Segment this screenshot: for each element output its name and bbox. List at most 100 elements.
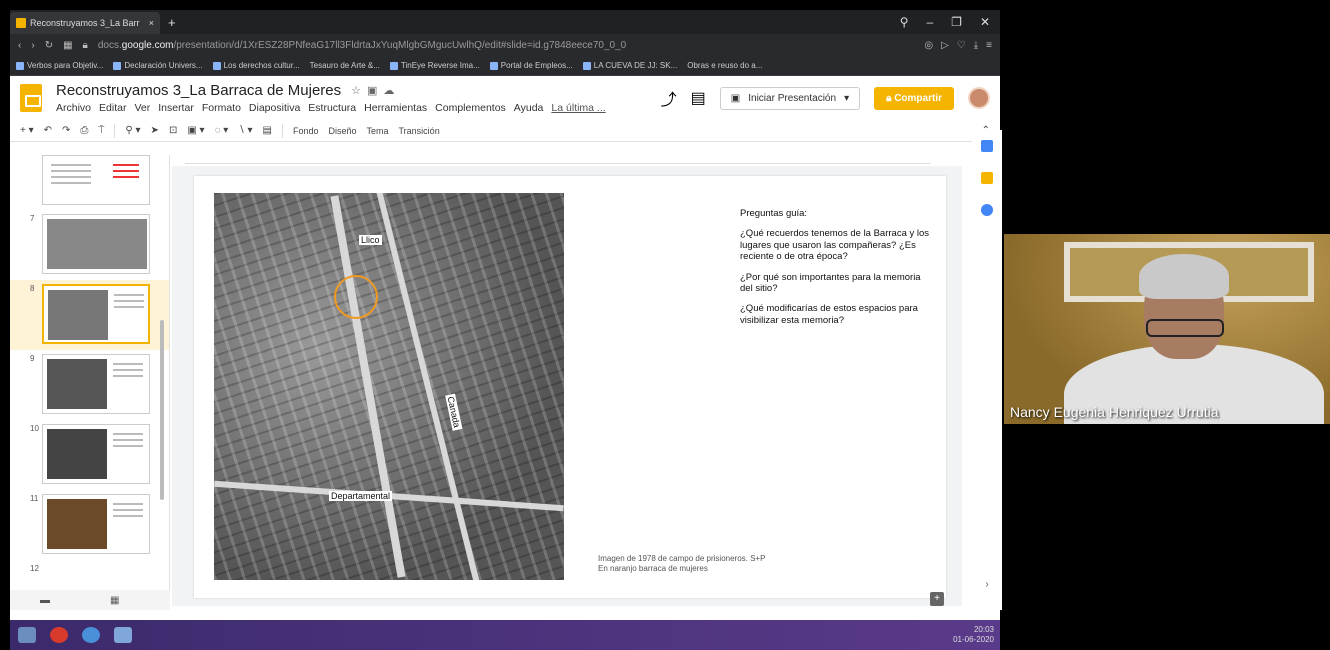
shape-icon[interactable]: ◌ ▾: [215, 125, 229, 136]
thumb-row[interactable]: 9: [10, 350, 169, 420]
filmstrip-view-controls: ▬ ▦: [10, 590, 170, 610]
back-icon[interactable]: ‹: [18, 40, 21, 51]
chevron-down-icon[interactable]: ▾: [844, 93, 849, 104]
menu-item-ver[interactable]: Ver: [134, 102, 150, 114]
bookmark[interactable]: Declaración Univers...: [113, 61, 203, 70]
zoom-icon[interactable]: ⚲ ▾: [125, 125, 140, 136]
slide-thumbnail[interactable]: [42, 424, 150, 484]
thumb-row[interactable]: 7: [10, 210, 169, 280]
label-canada: Canada: [445, 393, 463, 431]
bookmark[interactable]: TinEye Reverse Ima...: [389, 61, 480, 70]
search-tabs-icon[interactable]: ⚲: [900, 15, 909, 29]
apps-icon[interactable]: ▦: [63, 40, 72, 51]
url-field[interactable]: docs.google.com/presentation/d/1XrESZ28P…: [98, 40, 914, 51]
activity-icon[interactable]: ⤴: [661, 86, 677, 110]
share-button[interactable]: 🔒︎ Compartir: [874, 86, 954, 110]
comment-add-icon[interactable]: ▤: [263, 125, 272, 136]
menu-item-ayuda[interactable]: Ayuda: [514, 102, 544, 114]
menu-item-diapositiva[interactable]: Diapositiva: [249, 102, 300, 114]
heart-icon[interactable]: ♡: [957, 40, 966, 51]
print-icon[interactable]: ⎙: [80, 125, 88, 136]
forward-icon[interactable]: ›: [31, 40, 34, 51]
grid-view-icon[interactable]: ▦: [110, 595, 119, 606]
menu-item-archivo[interactable]: Archivo: [56, 102, 91, 114]
page-icon: [489, 61, 498, 70]
transition-button[interactable]: Transición: [399, 126, 440, 136]
last-edit-link[interactable]: La última ...: [551, 102, 605, 114]
lock-icon: 🔒︎: [82, 39, 88, 51]
new-tab-button[interactable]: +: [160, 15, 184, 30]
thumb-row[interactable]: 11: [10, 490, 169, 560]
calendar-icon[interactable]: [981, 140, 993, 152]
keep-icon[interactable]: [981, 172, 993, 184]
menu-item-insertar[interactable]: Insertar: [158, 102, 194, 114]
star-icon[interactable]: ☆: [351, 84, 361, 97]
layout-button[interactable]: Diseño: [328, 126, 356, 136]
tasks-icon[interactable]: [981, 204, 993, 216]
menu-item-formato[interactable]: Formato: [202, 102, 241, 114]
bookmark[interactable]: Portal de Empleos...: [489, 61, 573, 70]
bookmark[interactable]: Tesauro de Arte &...: [310, 61, 380, 70]
minimize-icon[interactable]: –: [926, 15, 933, 29]
thumb-row[interactable]: [10, 155, 169, 210]
menu-item-editar[interactable]: Editar: [99, 102, 126, 114]
slide-thumbnail-selected[interactable]: [42, 284, 150, 344]
expand-panel-icon[interactable]: ›: [985, 579, 988, 590]
menu-icon[interactable]: ≡: [986, 40, 992, 51]
thumb-row[interactable]: 12: [10, 560, 169, 580]
thumb-image: [47, 429, 107, 479]
textbox-icon[interactable]: ⊡: [169, 125, 177, 136]
slide[interactable]: Llico Canada Departamental Preguntas guí…: [194, 176, 946, 598]
slide-thumbnail[interactable]: [42, 494, 150, 554]
url-prefix: docs.: [97, 39, 122, 51]
bookmark[interactable]: Obras e reuso do a...: [687, 61, 762, 70]
list-view-icon[interactable]: ▬: [40, 595, 50, 606]
opera-icon[interactable]: [50, 627, 68, 643]
browser-tab[interactable]: Reconstruyamos 3_La Barr ×: [10, 12, 160, 34]
avatar[interactable]: [968, 87, 990, 109]
photo-caption[interactable]: Imagen de 1978 de campo de prisioneros. …: [598, 554, 765, 575]
guide-questions[interactable]: Preguntas guía: ¿Qué recuerdos tenemos d…: [740, 208, 930, 335]
image-icon[interactable]: ▣ ▾: [187, 125, 204, 136]
play-icon[interactable]: ▷: [941, 40, 949, 51]
thumb-row-selected[interactable]: 8: [10, 280, 169, 350]
folder-icon[interactable]: ▣: [367, 84, 377, 97]
camera-icon[interactable]: ◎: [924, 40, 933, 51]
explore-icon[interactable]: +: [930, 592, 944, 606]
new-slide-icon[interactable]: + ▾: [20, 125, 34, 136]
taskbar-app-icon[interactable]: [18, 627, 36, 643]
redo-icon[interactable]: ↷: [62, 125, 70, 136]
slide-thumbnail[interactable]: [42, 214, 150, 274]
divider: [114, 123, 116, 138]
line-icon[interactable]: ∖ ▾: [238, 125, 252, 136]
browser-icon[interactable]: [82, 627, 100, 643]
aerial-photo[interactable]: Llico Canada Departamental: [214, 193, 564, 580]
slides-logo-icon[interactable]: [20, 84, 42, 112]
comments-icon[interactable]: ▤: [691, 88, 706, 108]
bookmark[interactable]: Los derechos cultur...: [212, 61, 300, 70]
bookmark[interactable]: Verbos para Objetiv...: [16, 61, 103, 70]
reload-icon[interactable]: ↻: [45, 40, 53, 51]
restore-icon[interactable]: ❐: [951, 15, 962, 29]
select-icon[interactable]: ➤: [151, 125, 159, 136]
download-icon[interactable]: ⤓: [974, 40, 978, 51]
bookmark[interactable]: LA CUEVA DE JJ: SK...: [582, 61, 677, 70]
filmstrip-scrollbar[interactable]: [160, 320, 164, 500]
background-button[interactable]: Fondo: [293, 126, 319, 136]
close-tab-icon[interactable]: ×: [149, 18, 154, 28]
menu-item-estructura[interactable]: Estructura: [308, 102, 356, 114]
slide-thumbnail[interactable]: [42, 354, 150, 414]
files-icon[interactable]: [114, 627, 132, 643]
menu-item-complementos[interactable]: Complementos: [435, 102, 506, 114]
slide-thumbnail[interactable]: [42, 155, 150, 205]
menu-item-herramientas[interactable]: Herramientas: [364, 102, 427, 114]
theme-button[interactable]: Tema: [367, 126, 389, 136]
ruler: [185, 154, 930, 164]
close-window-icon[interactable]: ✕: [980, 15, 990, 29]
paint-format-icon[interactable]: ⍑: [98, 125, 104, 136]
thumb-row[interactable]: 10: [10, 420, 169, 490]
present-button[interactable]: ▣ Iniciar Presentación ▾: [719, 86, 861, 110]
undo-icon[interactable]: ↶: [44, 125, 52, 136]
doc-title[interactable]: Reconstruyamos 3_La Barraca de Mujeres: [56, 82, 341, 99]
slides-favicon-icon: [16, 18, 26, 28]
